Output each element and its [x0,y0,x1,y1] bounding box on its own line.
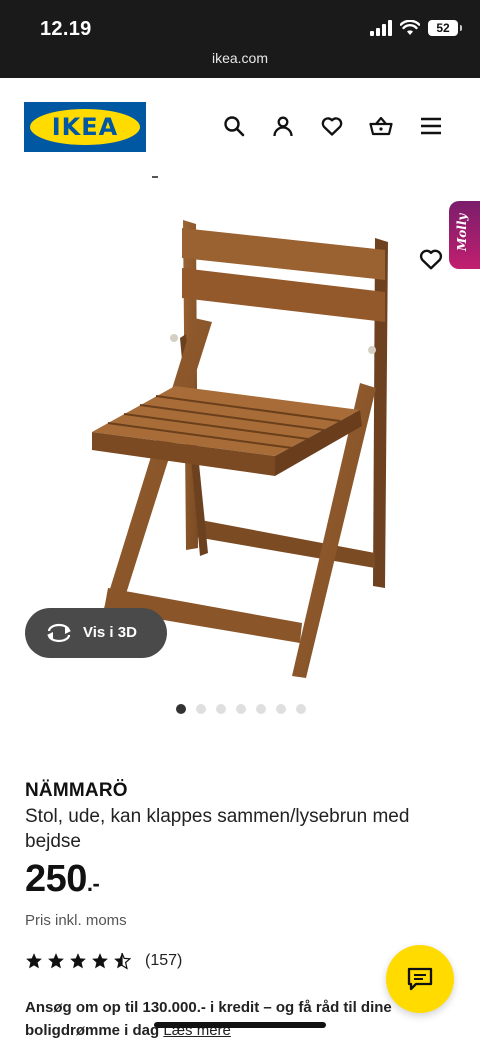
price-value: 250 [25,858,87,900]
menu-icon[interactable] [419,114,443,138]
status-time: 12.19 [40,18,92,40]
star-icon [92,953,108,969]
chat-icon [407,967,433,991]
account-icon[interactable] [271,114,295,138]
product-price: 250.- [25,858,100,901]
pagination-dot[interactable] [216,704,226,714]
heart-icon[interactable] [320,114,344,138]
pagination-dot[interactable] [256,704,266,714]
battery-indicator: 52 [428,20,462,36]
credit-promo: Ansøg om op til 130.000.- i kredit – og … [25,996,425,1039]
star-icon [70,953,86,969]
basket-icon[interactable] [369,114,393,138]
ikea-logo[interactable]: IKEA [24,102,146,152]
product-gallery[interactable]: Molly Vis i 3D [0,176,480,716]
search-icon[interactable] [222,114,246,138]
pagination-dot[interactable] [296,704,306,714]
half-star-icon [114,952,131,970]
view-3d-label: Vis i 3D [83,624,137,641]
home-indicator [154,1022,326,1028]
pagination-dot[interactable] [196,704,206,714]
site-header: IKEA [0,78,480,176]
add-to-favorites-icon[interactable] [418,246,444,272]
status-bar: 12.19 52 ikea.com [0,0,480,78]
product-rating[interactable]: (157) [25,952,182,970]
address-bar-url[interactable]: ikea.com [0,50,480,66]
pagination-dot[interactable] [236,704,246,714]
breadcrumb-fragment [152,176,158,178]
chat-button[interactable] [386,945,454,1013]
rating-count: (157) [145,952,183,969]
pagination-dot[interactable] [276,704,286,714]
pagination-dot-active[interactable] [176,704,186,714]
product-description: Stol, ude, kan klappes sammen/lysebrun m… [25,806,410,852]
star-icon [26,953,42,969]
molly-assistant-tab[interactable]: Molly [449,201,480,269]
status-icons: 52 [370,20,462,36]
product-name: NÄMMARÖ [25,780,128,801]
star-icon [48,953,64,969]
price-suffix: .- [86,871,100,896]
signal-icon [370,20,392,36]
view-3d-button[interactable]: Vis i 3D [25,608,167,658]
gallery-pagination [176,704,306,714]
logo-text: IKEA [51,113,119,141]
molly-label: Molly [455,213,469,251]
wifi-icon [400,20,420,35]
vat-note: Pris inkl. moms [25,912,127,929]
rotate-3d-icon [47,623,71,643]
